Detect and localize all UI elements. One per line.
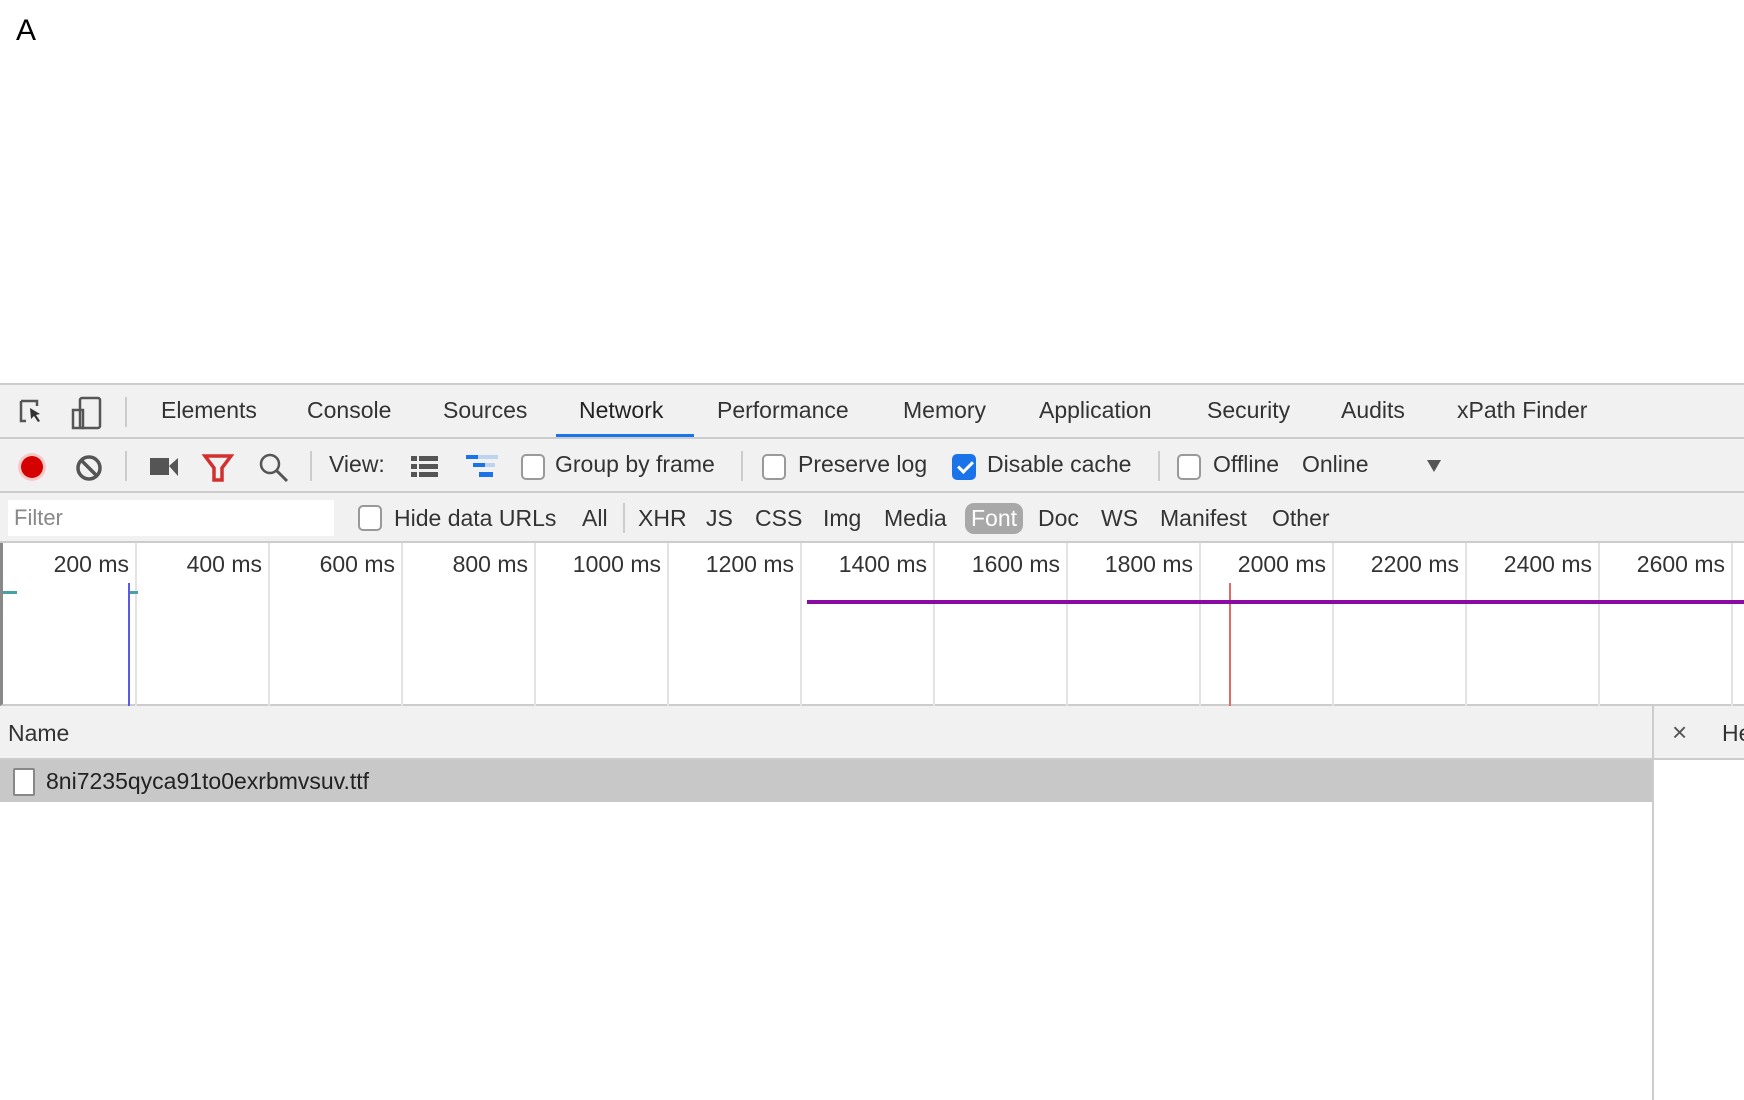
record-icon[interactable] <box>16 451 48 483</box>
filter-type-ws[interactable]: WS <box>1095 503 1144 534</box>
name-column-header[interactable]: Name <box>0 706 1652 760</box>
search-icon[interactable] <box>258 452 290 484</box>
filter-type-other[interactable]: Other <box>1266 503 1336 534</box>
devtools-panel: Elements Console Sources Network Perform… <box>0 383 1744 1100</box>
filter-bar: Hide data URLs All XHR JS CSS Img Media … <box>0 493 1744 543</box>
timeline-tick-label: 400 ms <box>186 551 262 577</box>
filter-input[interactable] <box>8 500 334 536</box>
request-waterfall-bar <box>806 600 1744 604</box>
timeline-gridline <box>1598 543 1600 706</box>
filter-type-manifest[interactable]: Manifest <box>1154 503 1253 534</box>
timeline-tick-label: 1400 ms <box>838 551 927 577</box>
timeline-tick-label: 2000 ms <box>1237 551 1326 577</box>
timeline-tick-label: 2200 ms <box>1370 551 1459 577</box>
active-tab-indicator <box>556 434 694 437</box>
timeline-tick-label: 800 ms <box>452 551 528 577</box>
timeline-tick-label: 2400 ms <box>1503 551 1592 577</box>
disable-cache-label: Disable cache <box>987 451 1132 477</box>
timeline-gridline <box>1332 543 1334 706</box>
hide-data-urls-checkbox[interactable] <box>358 505 382 531</box>
tab-xpath-finder[interactable]: xPath Finder <box>1457 397 1587 424</box>
filter-type-font[interactable]: Font <box>965 503 1024 534</box>
tab-elements[interactable]: Elements <box>161 397 257 424</box>
filter-type-all[interactable]: All <box>576 503 614 534</box>
devtools-tab-bar: Elements Console Sources Network Perform… <box>0 385 1744 439</box>
table-row[interactable]: 8ni7235qyca91to0exrbmvsuv.ttf <box>0 760 1652 802</box>
timeline-gridline <box>800 543 802 706</box>
request-detail-pane: × He <box>1652 706 1744 1100</box>
timeline-gridline <box>268 543 270 706</box>
divider <box>623 503 625 533</box>
group-by-frame-label: Group by frame <box>555 451 715 477</box>
timeline-gridline <box>401 543 403 706</box>
waterfall-overview-icon[interactable] <box>465 454 499 478</box>
filter-type-img[interactable]: Img <box>817 503 867 534</box>
clear-icon[interactable] <box>74 453 104 483</box>
disable-cache-checkbox[interactable] <box>952 454 976 480</box>
name-header-label: Name <box>8 720 70 746</box>
timeline-gridline <box>933 543 935 706</box>
tab-security[interactable]: Security <box>1207 397 1290 424</box>
page-content-letter: A <box>16 14 37 47</box>
filter-type-doc[interactable]: Doc <box>1032 503 1085 534</box>
inspect-element-icon[interactable] <box>18 398 48 428</box>
throttling-select[interactable]: Online <box>1302 451 1368 478</box>
tab-sources[interactable]: Sources <box>443 397 527 424</box>
timeline-gridline <box>667 543 669 706</box>
view-label: View: <box>329 451 385 477</box>
timeline-gridline <box>534 543 536 706</box>
offline-checkbox[interactable] <box>1177 454 1201 480</box>
network-toolbar: View: Group by frame Preserve log Disabl… <box>0 439 1744 493</box>
chevron-down-icon[interactable] <box>1426 459 1442 473</box>
group-by-frame-checkbox[interactable] <box>521 454 545 480</box>
timeline-gridline <box>135 543 137 706</box>
dom-content-loaded-line <box>128 583 131 706</box>
early-request-mark <box>130 591 139 594</box>
tab-application[interactable]: Application <box>1039 397 1152 424</box>
filter-type-xhr[interactable]: XHR <box>632 503 693 534</box>
divider <box>310 451 312 481</box>
tab-headers[interactable]: He <box>1722 720 1744 747</box>
preserve-log-label: Preserve log <box>798 451 928 477</box>
filter-type-css[interactable]: CSS <box>749 503 808 534</box>
filter-type-media[interactable]: Media <box>878 503 953 534</box>
close-icon[interactable]: × <box>1672 717 1687 748</box>
timeline-gridline <box>1731 543 1733 706</box>
offline-label: Offline <box>1213 451 1280 477</box>
divider <box>125 451 127 481</box>
timeline-tick-label: 2600 ms <box>1636 551 1725 577</box>
timeline-tick-label: 1000 ms <box>572 551 661 577</box>
device-toolbar-icon[interactable] <box>70 396 104 430</box>
tab-console[interactable]: Console <box>307 397 391 424</box>
divider <box>1158 451 1160 481</box>
hide-data-urls-label: Hide data URLs <box>394 505 557 531</box>
divider <box>125 397 127 427</box>
timeline-gridline <box>1066 543 1068 706</box>
file-icon <box>13 768 35 796</box>
tab-performance[interactable]: Performance <box>717 397 849 424</box>
timeline-gridline <box>1465 543 1467 706</box>
timeline-tick-label: 1200 ms <box>705 551 794 577</box>
early-request-mark <box>3 591 17 594</box>
capture-screenshots-icon[interactable] <box>149 455 179 479</box>
tab-network[interactable]: Network <box>579 397 663 424</box>
filter-type-js[interactable]: JS <box>700 503 739 534</box>
timeline-overview[interactable]: 200 ms 400 ms 600 ms 800 ms 1000 ms 1200 ms 14… <box>0 543 1744 706</box>
timeline-tick-label: 1800 ms <box>1104 551 1193 577</box>
filter-icon[interactable] <box>202 452 234 484</box>
divider <box>741 451 743 481</box>
large-request-rows-icon[interactable] <box>410 454 440 478</box>
request-name: 8ni7235qyca91to0exrbmvsuv.ttf <box>46 768 370 794</box>
timeline-tick-label: 200 ms <box>53 551 129 577</box>
tab-memory[interactable]: Memory <box>903 397 986 424</box>
preserve-log-checkbox[interactable] <box>762 454 786 480</box>
timeline-tick-label: 600 ms <box>319 551 395 577</box>
timeline-tick-label: 1600 ms <box>971 551 1060 577</box>
tab-audits[interactable]: Audits <box>1341 397 1405 424</box>
timeline-gridline <box>1199 543 1201 706</box>
